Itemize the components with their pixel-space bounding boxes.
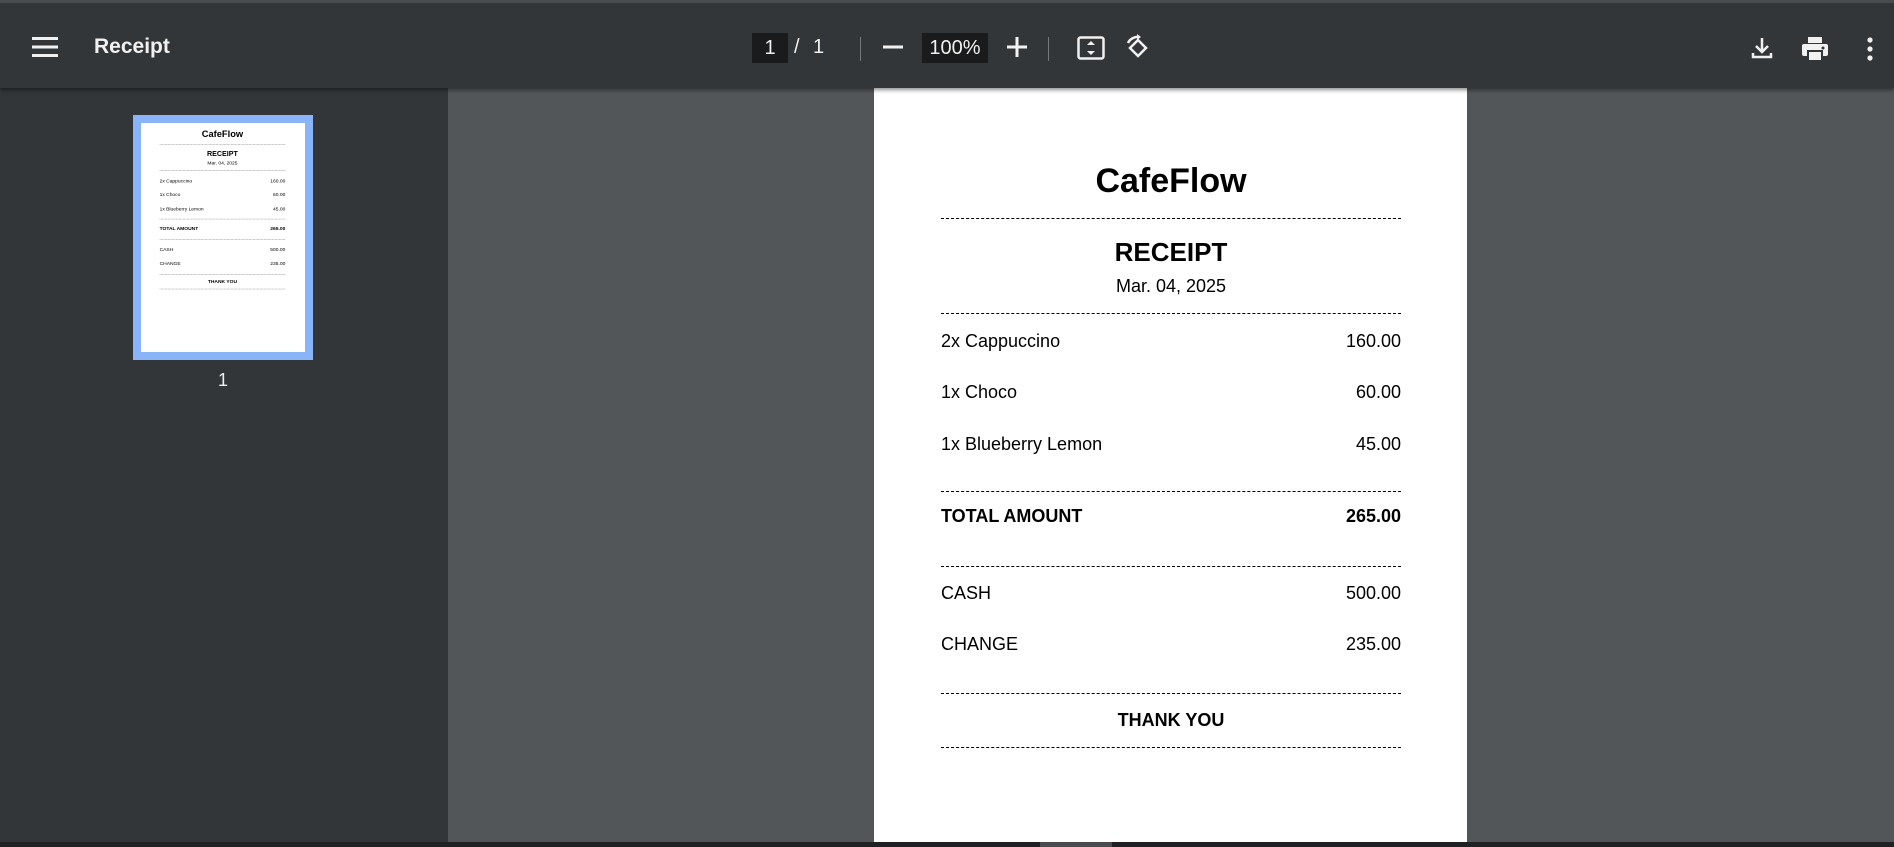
store-name: CafeFlow	[1095, 162, 1247, 200]
toolbar-divider	[1048, 37, 1049, 61]
zoom-out-button[interactable]	[875, 29, 911, 65]
thumb-store-name: CafeFlow	[201, 129, 244, 140]
more-vertical-icon	[1867, 37, 1873, 61]
plus-icon	[1007, 37, 1027, 57]
thumb-cash-amount: 500.00	[270, 246, 286, 253]
thumb-cash-row: CASH 500.00	[160, 247, 286, 253]
receipt-footer: THANK YOU	[1117, 710, 1225, 730]
thumb-item-row: 2x Cappuccino 160.00	[160, 178, 286, 184]
receipt-divider	[941, 693, 1401, 694]
thumb-item-row: 1x Blueberry Lemon 45.00	[160, 206, 286, 212]
total-pages: 1	[813, 36, 825, 58]
change-label: CHANGE	[941, 634, 1019, 654]
change-row: CHANGE 235.00	[941, 634, 1401, 655]
thumbnail-page-number: 1	[217, 370, 228, 390]
thumb-heading: RECEIPT	[207, 149, 238, 158]
thumbnail-page: CafeFlow RECEIPT Mar. 04, 2025 2x Cappuc…	[141, 123, 305, 352]
thumb-change-row: CHANGE 235.00	[160, 261, 286, 267]
fit-to-page-icon	[1077, 36, 1105, 60]
receipt-date: Mar. 04, 2025	[1115, 276, 1227, 296]
thumbnail-sidebar: CafeFlow RECEIPT Mar. 04, 2025 2x Cappuc…	[0, 88, 448, 847]
thumb-item-description: 1x Blueberry Lemon	[159, 206, 204, 212]
item-description: 2x Cappuccino	[941, 331, 1061, 351]
rotate-icon	[1126, 34, 1148, 58]
more-options-button[interactable]	[1856, 29, 1884, 69]
line-item-row: 2x Cappuccino 160.00	[941, 331, 1401, 352]
total-amount: 265.00	[1345, 506, 1401, 526]
print-button[interactable]	[1795, 29, 1835, 69]
menu-button[interactable]	[25, 27, 65, 67]
thumb-total-label: TOTAL AMOUNT	[159, 225, 199, 232]
line-item-row: 1x Blueberry Lemon 45.00	[941, 434, 1401, 455]
pdf-page: CafeFlow RECEIPT Mar. 04, 2025 2x Cappuc…	[874, 88, 1467, 842]
thumb-total-row: TOTAL AMOUNT 265.00	[160, 226, 286, 232]
receipt-divider	[941, 218, 1401, 219]
page-number-input[interactable]: 1	[752, 33, 788, 63]
item-amount: 45.00	[1355, 434, 1401, 454]
rotate-button[interactable]	[1119, 29, 1157, 67]
item-amount: 160.00	[1345, 331, 1401, 351]
thumb-total-amount: 265.00	[270, 225, 286, 232]
thumb-date: Mar. 04, 2025	[207, 160, 238, 166]
download-icon	[1751, 38, 1773, 59]
thumb-item-description: 1x Choco	[159, 191, 181, 198]
receipt-divider	[941, 313, 1401, 314]
page-separator: /	[794, 36, 800, 58]
zoom-in-button[interactable]	[999, 29, 1035, 65]
thumb-change-amount: 235.00	[270, 260, 286, 267]
thumb-footer: THANK YOU	[207, 278, 238, 285]
zoom-level-input[interactable]: 100%	[922, 33, 988, 63]
line-item-row: 1x Choco 60.00	[941, 382, 1401, 403]
print-icon	[1802, 37, 1828, 62]
receipt-divider	[941, 566, 1401, 567]
thumb-item-row: 1x Choco 60.00	[160, 192, 286, 198]
receipt-divider	[941, 491, 1401, 492]
scrollbar-thumb[interactable]	[1040, 842, 1112, 847]
toolbar-divider	[860, 37, 861, 61]
horizontal-scrollbar[interactable]	[0, 842, 1894, 847]
page-thumbnail[interactable]: CafeFlow RECEIPT Mar. 04, 2025 2x Cappuc…	[133, 115, 313, 360]
item-description: 1x Blueberry Lemon	[941, 434, 1103, 454]
receipt-divider	[941, 747, 1401, 748]
menu-icon	[32, 37, 58, 57]
thumb-item-description: 2x Cappuccino	[159, 177, 193, 184]
thumb-change-label: CHANGE	[159, 260, 181, 267]
item-description: 1x Choco	[941, 382, 1018, 402]
item-amount: 60.00	[1355, 382, 1401, 402]
download-button[interactable]	[1743, 29, 1781, 67]
thumb-item-amount: 160.00	[270, 177, 286, 184]
cash-row: CASH 500.00	[941, 583, 1401, 604]
cash-amount: 500.00	[1345, 583, 1401, 603]
cash-label: CASH	[941, 583, 992, 603]
minus-icon	[883, 45, 903, 49]
thumb-item-amount: 45.00	[272, 206, 286, 212]
total-label: TOTAL AMOUNT	[941, 506, 1083, 526]
thumb-item-amount: 60.00	[272, 191, 286, 198]
document-viewer[interactable]: CafeFlow RECEIPT Mar. 04, 2025 2x Cappuc…	[448, 88, 1894, 842]
fit-to-page-button[interactable]	[1072, 29, 1110, 67]
receipt-heading: RECEIPT	[1114, 237, 1228, 267]
thumb-cash-label: CASH	[159, 246, 174, 253]
pdf-toolbar: Receipt 1 / 1 100%	[0, 0, 1894, 88]
change-amount: 235.00	[1345, 634, 1401, 654]
total-row: TOTAL AMOUNT 265.00	[941, 506, 1401, 527]
document-title: Receipt	[94, 35, 170, 58]
